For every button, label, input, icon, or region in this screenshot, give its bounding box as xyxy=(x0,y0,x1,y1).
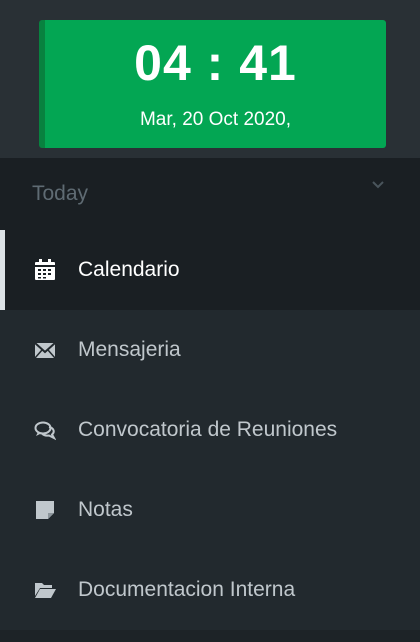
sidebar-item-calendario[interactable]: Calendario xyxy=(0,230,420,310)
sidebar-item-label: Convocatoria de Reuniones xyxy=(78,418,338,441)
sidebar-item-convocatoria[interactable]: Convocatoria de Reuniones xyxy=(0,390,420,470)
chevron-down-icon[interactable] xyxy=(371,180,385,190)
clock-date: Mar, 20 Oct 2020, xyxy=(139,109,292,130)
sidebar-item-label: Notas xyxy=(78,498,133,521)
sidebar-menu: Calendario Mensajeria Convocatoria de Re… xyxy=(0,230,420,630)
comments-icon xyxy=(34,421,56,441)
today-label: Today xyxy=(32,182,89,205)
sidebar-item-label: Calendario xyxy=(78,258,180,281)
today-dropdown[interactable]: Today xyxy=(0,158,420,230)
envelope-icon xyxy=(34,342,56,359)
clock-header: 04 : 41 Mar, 20 Oct 2020, xyxy=(0,0,420,158)
sidebar-item-notas[interactable]: Notas xyxy=(0,470,420,550)
folder-open-icon xyxy=(35,583,56,598)
sidebar-item-label: Documentacion Interna xyxy=(78,578,296,601)
sticky-note-icon xyxy=(36,501,54,519)
clock-widget: 04 : 41 Mar, 20 Oct 2020, xyxy=(39,20,386,148)
sidebar: 04 : 41 Mar, 20 Oct 2020, Today Calendar… xyxy=(0,0,420,642)
sidebar-item-label: Mensajeria xyxy=(78,338,181,361)
sidebar-item-mensajeria[interactable]: Mensajeria xyxy=(0,310,420,390)
calendar-icon xyxy=(35,259,55,280)
sidebar-footer-edge xyxy=(0,630,420,642)
clock-time: 04 : 41 xyxy=(134,35,297,91)
sidebar-item-documentacion[interactable]: Documentacion Interna xyxy=(0,550,420,630)
